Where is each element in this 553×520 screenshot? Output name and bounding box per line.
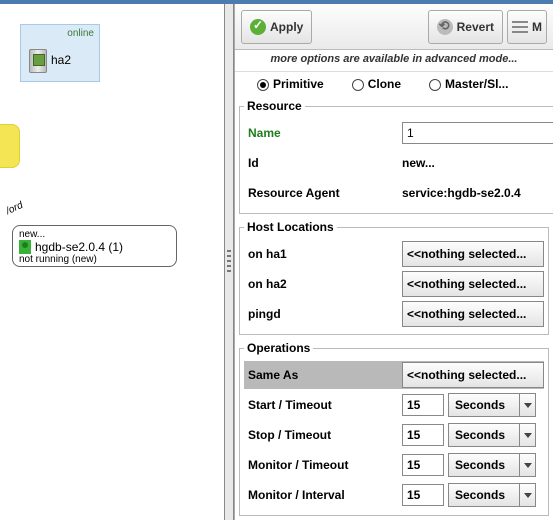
service-running-icon <box>19 240 31 254</box>
operations-group: Operations Same As <<nothing selected...… <box>239 341 549 516</box>
toolbar: Apply Revert M <box>235 4 553 50</box>
same-as-select[interactable]: <<nothing selected... <box>402 362 544 388</box>
monitor-timeout-unit[interactable]: Seconds <box>448 453 520 477</box>
check-icon <box>250 19 266 35</box>
same-as-label: Same As <box>244 368 402 382</box>
start-timeout-unit[interactable]: Seconds <box>448 393 520 417</box>
name-input[interactable] <box>402 122 553 144</box>
menu-abbrev: M <box>532 20 542 34</box>
agent-value: service:hgdb-se2.0.4 <box>402 186 521 200</box>
menu-button[interactable]: M <box>507 10 547 44</box>
apply-label: Apply <box>270 20 303 34</box>
host-name-label: ha2 <box>51 53 71 67</box>
hostloc-select-pingd[interactable]: <<nothing selected... <box>402 301 544 327</box>
service-node[interactable]: new... hgdb-se2.0.4 (1) not running (new… <box>12 225 177 267</box>
service-status-label: not running (new) <box>19 254 170 265</box>
ord-edge-label: /ord <box>4 200 24 217</box>
chevron-down-icon[interactable] <box>520 423 536 447</box>
resource-type-radios: Primitive Clone Master/Sl... <box>235 72 553 97</box>
host-node-ha2[interactable]: online ha2 <box>20 24 100 82</box>
revert-label: Revert <box>457 20 494 34</box>
monitor-timeout-input[interactable] <box>402 454 444 476</box>
op-label: Stop / Timeout <box>244 428 402 442</box>
menu-icon <box>512 21 528 33</box>
op-label: Monitor / Interval <box>244 488 402 502</box>
properties-pane: Apply Revert M more options are availabl… <box>234 4 553 520</box>
host-status-label: online <box>67 28 94 39</box>
topology-canvas[interactable]: online ha2 /ord new... hgdb-se2.0.4 (1) … <box>0 4 224 520</box>
monitor-interval-input[interactable] <box>402 484 444 506</box>
operations-legend: Operations <box>244 341 313 355</box>
radio-primitive[interactable]: Primitive <box>257 77 324 91</box>
radio-icon <box>257 79 269 91</box>
stop-timeout-input[interactable] <box>402 424 444 446</box>
more-options-hint: more options are available in advanced m… <box>235 50 553 71</box>
hostloc-select-ha2[interactable]: <<nothing selected... <box>402 271 544 297</box>
resource-group: Resource Name Id new... Resource Agent s… <box>239 99 553 214</box>
group-blob[interactable] <box>0 124 20 168</box>
radio-icon <box>352 79 364 91</box>
radio-icon <box>429 79 441 91</box>
id-value: new... <box>402 156 435 170</box>
resource-legend: Resource <box>244 99 305 113</box>
id-label: Id <box>244 156 402 170</box>
apply-button[interactable]: Apply <box>241 10 312 44</box>
hostloc-select-ha1[interactable]: <<nothing selected... <box>402 241 544 267</box>
revert-button[interactable]: Revert <box>428 10 503 44</box>
agent-label: Resource Agent <box>244 186 402 200</box>
host-locations-group: Host Locations on ha1 <<nothing selected… <box>239 220 549 335</box>
stop-timeout-unit[interactable]: Seconds <box>448 423 520 447</box>
op-label: Start / Timeout <box>244 398 402 412</box>
chevron-down-icon[interactable] <box>520 393 536 417</box>
monitor-interval-unit[interactable]: Seconds <box>448 483 520 507</box>
chevron-down-icon[interactable] <box>520 483 536 507</box>
start-timeout-input[interactable] <box>402 394 444 416</box>
revert-icon <box>437 19 453 35</box>
radio-clone[interactable]: Clone <box>352 77 401 91</box>
host-locations-legend: Host Locations <box>244 220 337 234</box>
service-new-label: new... <box>19 229 170 240</box>
service-name-label: hgdb-se2.0.4 (1) <box>35 240 123 254</box>
chevron-down-icon[interactable] <box>520 453 536 477</box>
op-label: Monitor / Timeout <box>244 458 402 472</box>
server-icon <box>29 49 47 73</box>
radio-master-slave[interactable]: Master/Sl... <box>429 77 508 91</box>
hostloc-label: pingd <box>244 307 402 321</box>
pane-splitter[interactable] <box>224 4 234 520</box>
hostloc-label: on ha2 <box>244 277 402 291</box>
name-label: Name <box>244 126 402 140</box>
hostloc-label: on ha1 <box>244 247 402 261</box>
grip-icon <box>227 250 231 274</box>
